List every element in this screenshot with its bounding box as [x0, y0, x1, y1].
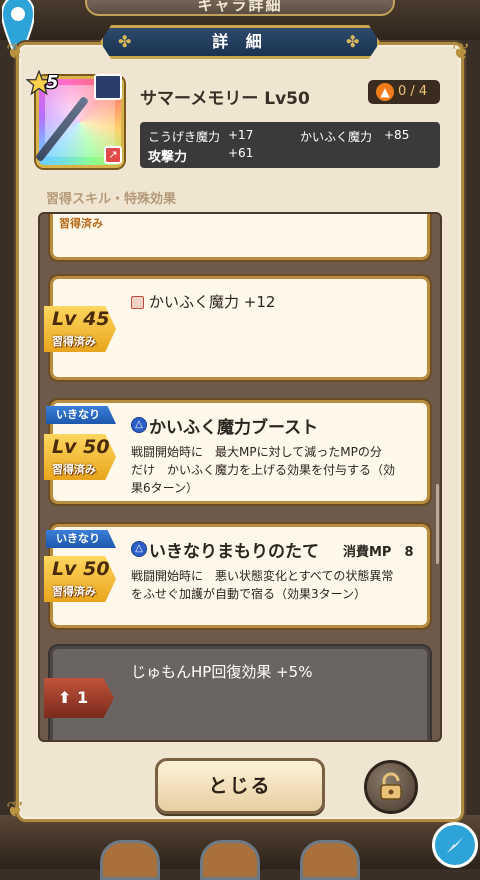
skill-title: いきなりまもりのたて: [149, 542, 319, 562]
compass-icon: [447, 837, 463, 853]
item-name: サマーメモリー Lv50: [140, 89, 310, 109]
background-screen-title: キャラ詳細: [85, 0, 395, 16]
unlock-icon: [380, 772, 402, 800]
level-label: Lv 50: [52, 558, 110, 580]
level-badge: Lv 45 習得済み: [44, 306, 116, 352]
skill-description: 戦闘開始時に 悪い状態変化とすべての状態異常: [131, 569, 394, 583]
up-arrow-icon: ▲: [376, 83, 394, 101]
skill-description: 果6ターン）: [131, 481, 199, 495]
mp-cost: 消費MP 8: [343, 545, 414, 560]
stat-value: +17: [228, 128, 254, 142]
stat-value: +85: [384, 128, 410, 142]
passive-skill-icon: [131, 296, 144, 309]
level-badge: Lv 50 習得済み: [44, 434, 116, 480]
stat-label: こうげき魔力: [148, 130, 221, 144]
party-character: [100, 840, 160, 880]
skill-title: かいふく魔力 +12: [149, 293, 276, 311]
weapon-type-icon: ↗: [104, 146, 122, 164]
skill-description: 戦闘開始時に 最大MPに対して減ったMPの分: [131, 445, 382, 459]
corner-ornament-icon: ❦: [452, 40, 471, 65]
scrollbar[interactable]: [436, 484, 439, 564]
upgrade-requirement: 1: [76, 688, 89, 707]
learned-status: 習得済み: [52, 585, 96, 598]
section-label: 習得スキル・特殊効果: [46, 192, 177, 207]
skill-description: をふせぐ加護が自動で宿る（効果3ターン）: [131, 587, 367, 601]
sudden-tag: いきなり: [46, 406, 116, 424]
skill-card: 習得済み: [50, 214, 430, 260]
level-label: Lv 45: [52, 308, 110, 330]
stat-value: +61: [228, 146, 254, 160]
learned-status: 習得済み: [52, 335, 96, 348]
party-character: [300, 840, 360, 880]
upgrade-value: 0 / 4: [398, 84, 428, 99]
character-avatar: [94, 74, 122, 100]
stat-label: 攻撃力: [148, 150, 188, 165]
up-arrow-icon: ⬆: [58, 688, 72, 707]
upgrade-requirement-badge: ⬆ 1: [44, 678, 114, 718]
learned-status: 習得済み: [52, 463, 96, 476]
close-button[interactable]: とじる: [155, 758, 325, 814]
upgrade-counter: ▲ 0 / 4: [368, 80, 440, 104]
sudden-tag: いきなり: [46, 530, 116, 548]
stats-box: こうげき魔力 +17 かいふく魔力 +85 攻撃力 +61: [140, 122, 440, 168]
corner-ornament-icon: ❦: [6, 798, 25, 823]
skill-title: かいふく魔力ブースト: [149, 418, 319, 438]
corner-ornament-icon: ❦: [6, 40, 25, 65]
level-label: Lv 50: [52, 436, 110, 458]
skill-list[interactable]: 習得済み かいふく魔力 +12 Lv 45 習得済み △ かいふく魔力ブースト …: [38, 212, 442, 742]
learned-status: 習得済み: [59, 217, 103, 230]
skill-title: じゅもんHP回復効果 +5%: [131, 663, 313, 681]
skill-description: だけ かいふく魔力を上げる効果を付与する（効: [131, 463, 396, 477]
compass-button[interactable]: [432, 822, 478, 868]
spell-icon: △: [131, 541, 147, 557]
level-badge: Lv 50 習得済み: [44, 556, 116, 602]
spell-icon: △: [131, 417, 147, 433]
party-character: [200, 840, 260, 880]
lock-button[interactable]: [364, 760, 418, 814]
stat-label: かいふく魔力: [300, 130, 373, 144]
page-title: 詳 細: [212, 32, 268, 51]
rarity-value: 5: [46, 72, 59, 93]
